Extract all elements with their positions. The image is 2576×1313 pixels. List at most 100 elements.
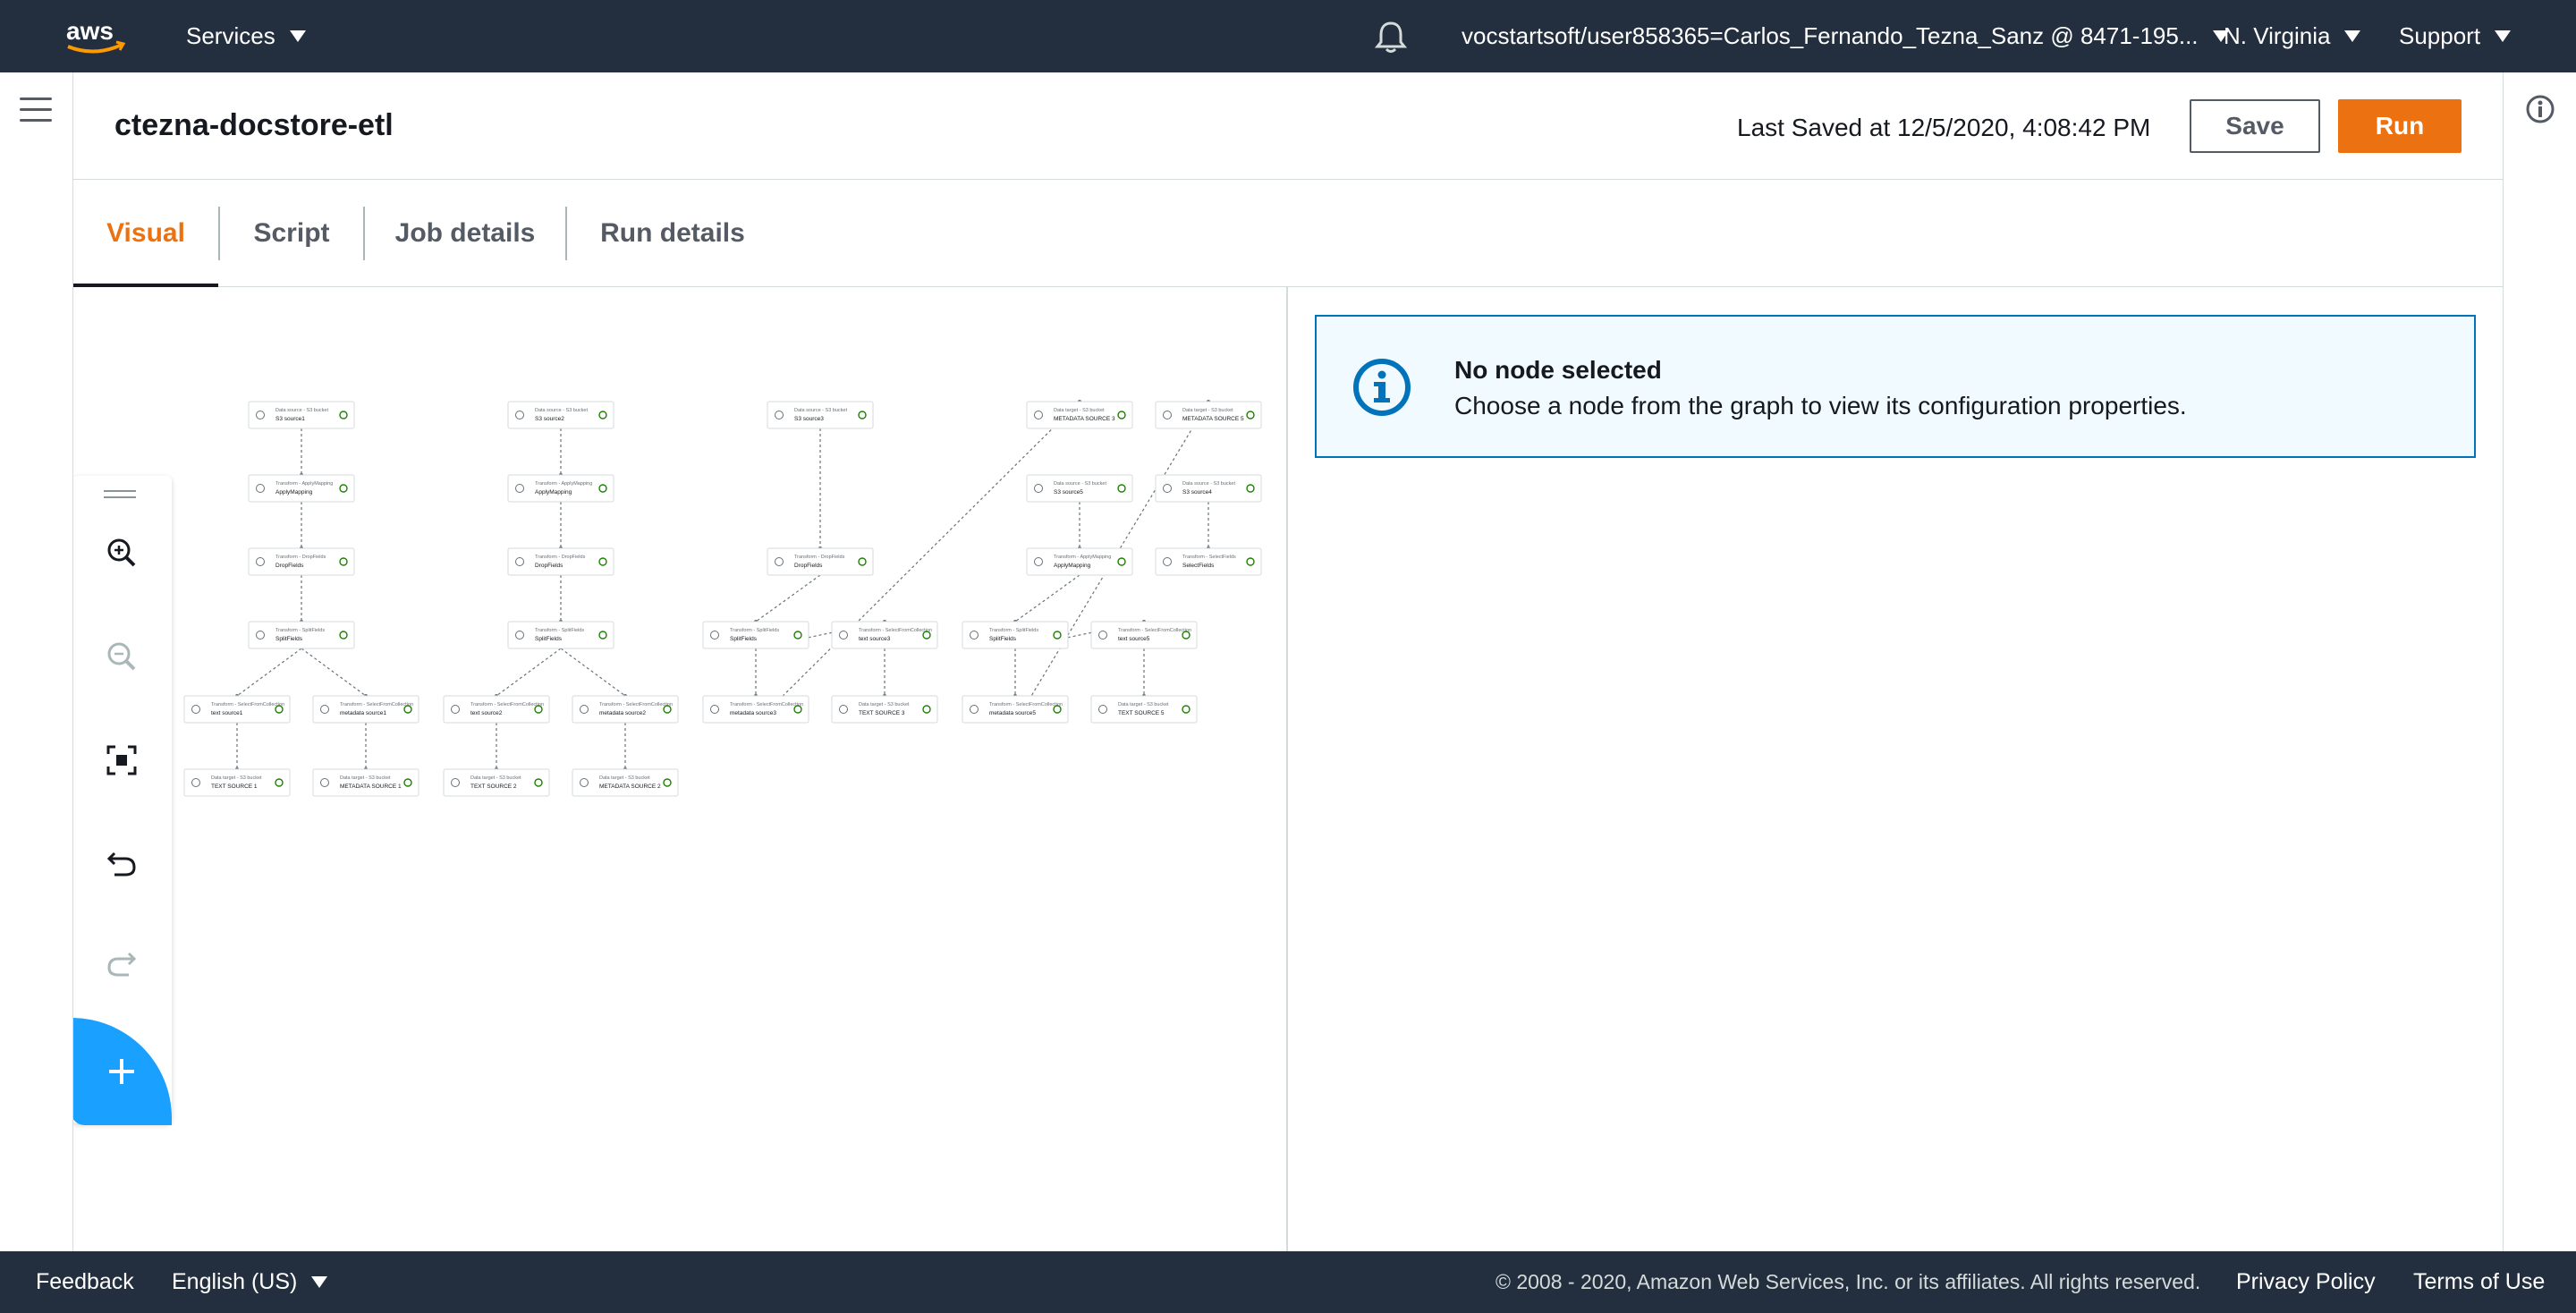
- info-icon[interactable]: [2525, 94, 2555, 124]
- graph-edge: [755, 574, 821, 623]
- node-kind-label: Data target - S3 bucket: [470, 775, 521, 781]
- undo-icon[interactable]: [104, 846, 140, 882]
- graph-node[interactable]: Transform - SelectFromCollection metadata…: [702, 695, 809, 724]
- graph-node[interactable]: Data source - S3 bucket S3 source1: [248, 401, 355, 429]
- node-name-label: metadata source1: [340, 710, 386, 716]
- region-menu[interactable]: N. Virginia: [2224, 0, 2361, 72]
- graph-node[interactable]: Transform - SelectFromCollection metadata…: [312, 695, 419, 724]
- tab-run-details[interactable]: Run details: [567, 180, 778, 287]
- job-graph[interactable]: Data source - S3 bucket S3 source1 Transfo…: [73, 287, 1288, 1251]
- graph-node[interactable]: Transform - SelectFromCollection text sou…: [183, 695, 291, 724]
- graph-node[interactable]: Transform - SelectFromCollection text sou…: [831, 621, 938, 649]
- toolbar-grip-icon[interactable]: [104, 490, 136, 503]
- graph-node[interactable]: Transform - SelectFields SelectFields: [1155, 547, 1262, 576]
- privacy-policy-link[interactable]: Privacy Policy: [2236, 1251, 2376, 1313]
- language-label: English (US): [172, 1269, 298, 1294]
- feedback-link[interactable]: Feedback: [36, 1251, 134, 1313]
- node-kind-label: Data target - S3 bucket: [1054, 408, 1105, 413]
- graph-node[interactable]: Transform - SelectFromCollection text sou…: [443, 695, 550, 724]
- graph-edge: [1014, 574, 1080, 623]
- caret-down-icon: [311, 1276, 328, 1288]
- tab-script[interactable]: Script: [220, 180, 363, 287]
- graph-node[interactable]: Transform - SplitFields SplitFields: [702, 621, 809, 649]
- graph-node[interactable]: Data source - S3 bucket S3 source4: [1155, 474, 1262, 503]
- node-kind-label: Transform - SelectFromCollection: [730, 702, 803, 707]
- save-button[interactable]: Save: [2190, 99, 2320, 153]
- node-name-label: TEXT SOURCE 1: [211, 784, 258, 790]
- graph-node[interactable]: Data target - S3 bucket TEXT SOURCE 2: [443, 768, 550, 797]
- node-name-label: SplitFields: [730, 636, 758, 642]
- graph-node[interactable]: Transform - SelectFromCollection text sou…: [1090, 621, 1198, 649]
- fit-screen-icon[interactable]: [104, 742, 140, 778]
- aws-logo[interactable]: aws: [64, 16, 129, 57]
- node-name-label: METADATA SOURCE 3: [1054, 416, 1115, 422]
- node-name-label: SelectFields: [1182, 563, 1215, 569]
- graph-node[interactable]: Data target - S3 bucket METADATA SOURCE 3: [1026, 401, 1133, 429]
- graph-node[interactable]: Data source - S3 bucket S3 source3: [767, 401, 874, 429]
- node-name-label: METADATA SOURCE 2: [599, 784, 661, 790]
- node-name-label: METADATA SOURCE 1: [340, 784, 402, 790]
- graph-edge: [496, 648, 562, 697]
- graph-node[interactable]: Data source - S3 bucket S3 source5: [1026, 474, 1133, 503]
- node-kind-label: Data target - S3 bucket: [599, 775, 650, 781]
- node-kind-label: Transform - SelectFromCollection: [989, 702, 1063, 707]
- node-name-label: text source5: [1118, 636, 1150, 642]
- graph-node[interactable]: Data target - S3 bucket METADATA SOURCE 1: [312, 768, 419, 797]
- graph-node[interactable]: Data target - S3 bucket METADATA SOURCE 2: [572, 768, 679, 797]
- node-kind-label: Transform - SelectFromCollection: [470, 702, 544, 707]
- node-name-label: text source2: [470, 710, 503, 716]
- graph-node[interactable]: Transform - DropFields DropFields: [248, 547, 355, 576]
- graph-node[interactable]: Data target - S3 bucket TEXT SOURCE 3: [831, 695, 938, 724]
- graph-node[interactable]: Transform - SplitFields SplitFields: [248, 621, 355, 649]
- graph-node[interactable]: Transform - ApplyMapping ApplyMapping: [507, 474, 614, 503]
- graph-node[interactable]: Transform - DropFields DropFields: [507, 547, 614, 576]
- support-menu[interactable]: Support: [2399, 0, 2512, 72]
- node-kind-label: Data target - S3 bucket: [340, 775, 391, 781]
- graph-edge: [560, 648, 626, 697]
- redo-icon[interactable]: [104, 946, 140, 982]
- zoom-in-icon[interactable]: [104, 535, 140, 571]
- graph-node[interactable]: Transform - SplitFields SplitFields: [507, 621, 614, 649]
- services-menu[interactable]: Services: [186, 0, 306, 72]
- graph-node[interactable]: Transform - SelectFromCollection metadata…: [962, 695, 1069, 724]
- zoom-out-icon[interactable]: [104, 639, 140, 674]
- graph-node[interactable]: Data target - S3 bucket METADATA SOURCE 5: [1155, 401, 1262, 429]
- graph-node[interactable]: Transform - SelectFromCollection metadata…: [572, 695, 679, 724]
- terms-of-use-link[interactable]: Terms of Use: [2413, 1251, 2545, 1313]
- visual-canvas[interactable]: Data source - S3 bucket S3 source1 Transfo…: [73, 287, 1288, 1251]
- node-name-label: SplitFields: [535, 636, 563, 642]
- svg-text:aws: aws: [66, 17, 114, 45]
- tab-visual[interactable]: Visual: [73, 180, 218, 288]
- node-name-label: DropFields: [535, 563, 564, 569]
- support-label: Support: [2399, 22, 2481, 49]
- hamburger-menu-icon[interactable]: [20, 97, 52, 123]
- no-node-alert: No node selected Choose a node from the …: [1315, 315, 2476, 458]
- node-name-label: DropFields: [794, 563, 823, 569]
- graph-node[interactable]: Transform - ApplyMapping ApplyMapping: [1026, 547, 1133, 576]
- node-kind-label: Data target - S3 bucket: [859, 702, 910, 707]
- node-name-label: ApplyMapping: [535, 489, 572, 496]
- language-selector[interactable]: English (US): [172, 1251, 328, 1313]
- node-name-label: S3 source5: [1054, 489, 1083, 496]
- graph-node[interactable]: Data target - S3 bucket TEXT SOURCE 1: [183, 768, 291, 797]
- bell-icon[interactable]: [1373, 20, 1409, 55]
- tab-job-details[interactable]: Job details: [365, 180, 565, 287]
- node-name-label: S3 source2: [535, 416, 564, 422]
- node-kind-label: Data target - S3 bucket: [1182, 408, 1233, 413]
- caret-down-icon: [2495, 30, 2512, 42]
- graph-node[interactable]: Transform - SplitFields SplitFields: [962, 621, 1069, 649]
- caret-down-icon: [289, 30, 306, 42]
- graph-node[interactable]: Transform - ApplyMapping ApplyMapping: [248, 474, 355, 503]
- node-kind-label: Data target - S3 bucket: [211, 775, 262, 781]
- node-kind-label: Transform - DropFields: [794, 555, 845, 560]
- node-kind-label: Transform - SplitFields: [535, 628, 584, 633]
- account-menu[interactable]: vocstartsoft/user858365=Carlos_Fernando_…: [1462, 0, 2229, 72]
- graph-node[interactable]: Transform - DropFields DropFields: [767, 547, 874, 576]
- graph-node[interactable]: Data source - S3 bucket S3 source2: [507, 401, 614, 429]
- graph-node[interactable]: Data target - S3 bucket TEXT SOURCE 5: [1090, 695, 1198, 724]
- node-name-label: TEXT SOURCE 3: [859, 710, 905, 716]
- graph-edge: [236, 648, 302, 697]
- node-name-label: DropFields: [275, 563, 304, 569]
- node-kind-label: Transform - SelectFromCollection: [1118, 628, 1191, 633]
- run-button[interactable]: Run: [2338, 99, 2462, 153]
